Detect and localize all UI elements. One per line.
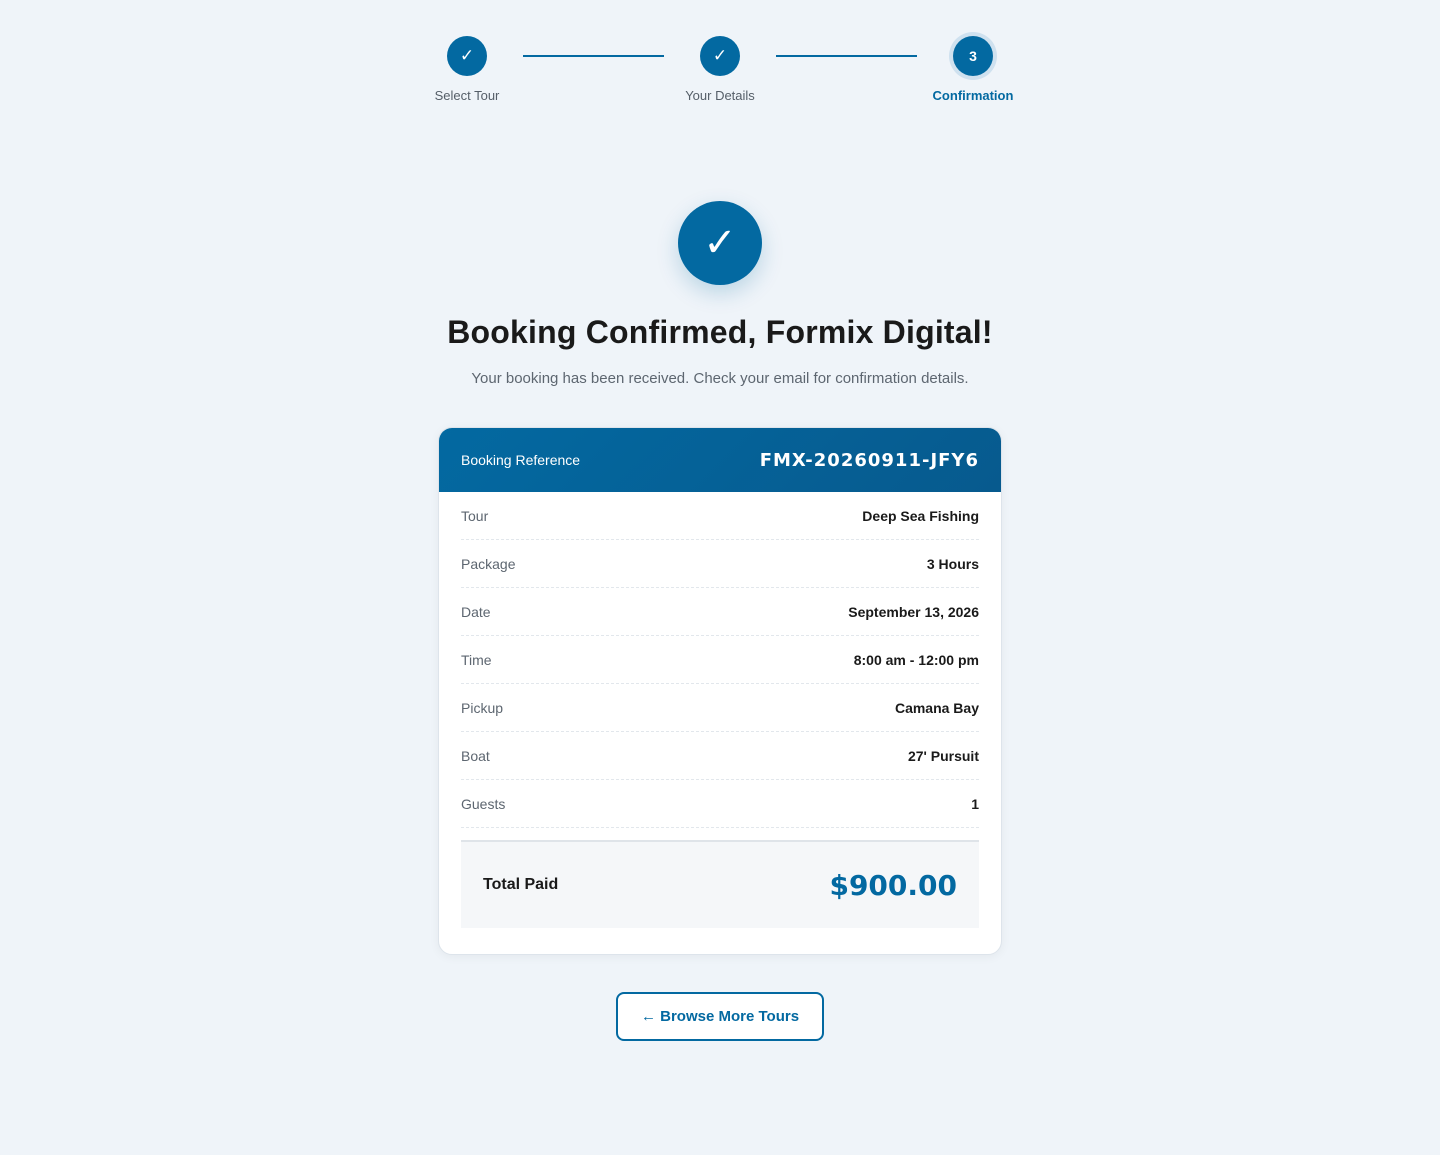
step-connector-1 <box>523 55 664 57</box>
step-connector-2 <box>776 55 917 57</box>
detail-label: Guests <box>461 795 506 812</box>
step-1-label: Select Tour <box>434 88 500 103</box>
detail-row-date: Date September 13, 2026 <box>461 588 979 636</box>
booking-reference-header: Booking Reference FMX-20260911-JFY6 <box>439 428 1001 492</box>
step-3-number: 3 <box>953 36 993 76</box>
detail-value: 3 Hours <box>926 555 979 572</box>
detail-row-tour: Tour Deep Sea Fishing <box>461 492 979 540</box>
step-3-label: Confirmation <box>932 88 1014 103</box>
booking-details-list: Tour Deep Sea Fishing Package 3 Hours Da… <box>439 492 1001 828</box>
detail-value: Deep Sea Fishing <box>862 507 979 524</box>
step-2-check-icon: ✓ <box>700 36 740 76</box>
detail-row-boat: Boat 27' Pursuit <box>461 732 979 780</box>
detail-label: Pickup <box>461 699 504 716</box>
detail-row-guests: Guests 1 <box>461 780 979 828</box>
detail-value: September 13, 2026 <box>848 603 979 620</box>
success-check-icon: ✓ <box>678 201 762 285</box>
booking-summary-card: Booking Reference FMX-20260911-JFY6 Tour… <box>438 427 1002 955</box>
page-title: Booking Confirmed, Formix Digital! <box>447 314 993 350</box>
detail-label: Time <box>461 651 492 668</box>
total-paid-amount: $900.00 <box>829 868 957 902</box>
detail-value: 27' Pursuit <box>907 747 979 764</box>
step-1-check-icon: ✓ <box>447 36 487 76</box>
page-subtitle: Your booking has been received. Check yo… <box>471 370 969 387</box>
total-paid-label: Total Paid <box>483 876 559 893</box>
booking-stepper: ✓ Select Tour ✓ Your Details 3 Confirmat… <box>0 36 1440 116</box>
step-confirmation: 3 Confirmation <box>913 36 1033 103</box>
booking-reference-label: Booking Reference <box>461 452 581 468</box>
detail-label: Boat <box>461 747 490 764</box>
detail-row-time: Time 8:00 am - 12:00 pm <box>461 636 979 684</box>
detail-label: Date <box>461 603 491 620</box>
detail-row-package: Package 3 Hours <box>461 540 979 588</box>
booking-reference-value: FMX-20260911-JFY6 <box>759 449 979 471</box>
detail-value: Camana Bay <box>894 699 979 716</box>
step-2-label: Your Details <box>685 88 755 103</box>
step-select-tour: ✓ Select Tour <box>407 36 527 103</box>
detail-label: Tour <box>461 507 489 524</box>
detail-label: Package <box>461 555 516 572</box>
detail-row-pickup: Pickup Camana Bay <box>461 684 979 732</box>
browse-more-tours-button[interactable]: ← Browse More Tours <box>616 992 824 1041</box>
total-paid-row: Total Paid $900.00 <box>461 840 979 928</box>
detail-value: 8:00 am - 12:00 pm <box>853 651 979 668</box>
step-your-details: ✓ Your Details <box>660 36 780 103</box>
detail-value: 1 <box>971 795 979 812</box>
